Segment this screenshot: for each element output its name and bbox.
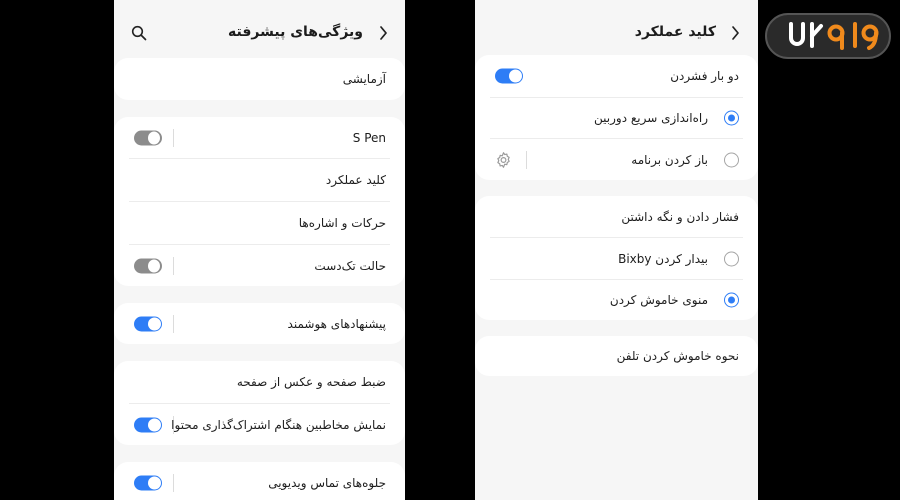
list-item-labs[interactable]: آزمایشی: [114, 58, 405, 100]
card-screenshots: ضبط صفحه و عکس از صفحه نمایش مخاطبین هنگ…: [114, 361, 405, 445]
option-label: بیدار کردن Bixby: [618, 251, 708, 266]
divider: [173, 314, 174, 333]
one-handed-mode-toggle[interactable]: [134, 258, 162, 273]
card-video-call-effects: جلوه‌های تماس ویدیویی: [114, 462, 405, 500]
divider: [173, 473, 174, 492]
item-label: دو بار فشردن: [670, 69, 739, 83]
list-item-power-off-howto[interactable]: نحوه خاموش کردن تلفن: [475, 336, 758, 376]
divider: [173, 128, 174, 147]
press-hold-header: فشار دادن و نگه داشتن: [475, 196, 758, 237]
list-item-show-contacts-sharing[interactable]: نمایش مخاطبین هنگام اشتراک‌گذاری محتوا: [114, 404, 405, 445]
list-item-one-handed-mode[interactable]: حالت تک‌دست: [114, 245, 405, 286]
advanced-features-screen: ویژگی‌های پیشرفته آزمایشی S Pen کلید عمل…: [114, 0, 405, 500]
open-app-radio[interactable]: [724, 152, 739, 167]
site-logo: [765, 13, 891, 59]
item-label: پیشنهادهای هوشمند: [287, 316, 386, 331]
item-label: نمایش مخاطبین هنگام اشتراک‌گذاری محتوا: [171, 417, 386, 432]
video-call-effects-toggle[interactable]: [134, 475, 162, 490]
list-item-motions-gestures[interactable]: حرکات و اشاره‌ها: [114, 202, 405, 243]
divider: [526, 150, 527, 169]
power-off-menu-radio[interactable]: [724, 292, 739, 308]
option-open-app[interactable]: باز کردن برنامه: [475, 139, 758, 180]
item-label: S Pen: [352, 130, 386, 145]
toggle-knob: [148, 476, 161, 489]
card-press-and-hold: فشار دادن و نگه داشتن بیدار کردن Bixby م…: [475, 196, 758, 320]
header: کلید عملکرد: [475, 0, 758, 58]
page-title: ویژگی‌های پیشرفته: [228, 24, 363, 40]
back-chevron-icon[interactable]: [377, 24, 389, 42]
gear-icon[interactable]: [494, 150, 513, 169]
divider: [173, 256, 174, 275]
toggle-knob: [148, 418, 161, 431]
item-label: کلید عملکرد: [325, 172, 386, 187]
option-label: باز کردن برنامه: [631, 152, 708, 167]
card-smart-suggestions: پیشنهادهای هوشمند: [114, 303, 405, 344]
item-label: آزمایشی: [342, 72, 386, 86]
search-icon[interactable]: [131, 25, 147, 41]
item-label: نحوه خاموش کردن تلفن: [616, 349, 739, 363]
double-press-row[interactable]: دو بار فشردن: [475, 55, 758, 97]
toggle-knob: [509, 69, 522, 83]
card-double-press: دو بار فشردن راه‌اندازی سریع دوربین باز …: [475, 55, 758, 180]
logo-mark: [789, 22, 879, 50]
item-label: حرکات و اشاره‌ها: [298, 215, 386, 230]
quick-launch-camera-radio[interactable]: [724, 110, 739, 126]
option-label: راه‌اندازی سریع دوربین: [594, 111, 708, 125]
double-press-toggle[interactable]: [495, 68, 523, 84]
page-title: کلید عملکرد: [634, 24, 716, 40]
card-power-off-howto: نحوه خاموش کردن تلفن: [475, 336, 758, 376]
item-label: حالت تک‌دست: [314, 258, 386, 273]
toggle-knob: [147, 130, 161, 145]
list-item-smart-suggestions[interactable]: پیشنهادهای هوشمند: [114, 303, 405, 344]
section-label: فشار دادن و نگه داشتن: [621, 209, 739, 224]
header: ویژگی‌های پیشرفته: [114, 0, 405, 58]
card-labs: آزمایشی: [114, 58, 405, 100]
list-item-s-pen[interactable]: S Pen: [114, 117, 405, 158]
s-pen-toggle[interactable]: [134, 130, 162, 145]
list-item-screenshots-recorder[interactable]: ضبط صفحه و عکس از صفحه: [114, 361, 405, 402]
side-key-screen: کلید عملکرد دو بار فشردن راه‌اندازی سریع…: [475, 0, 758, 500]
option-label: منوی خاموش کردن: [609, 293, 708, 307]
option-quick-launch-camera[interactable]: راه‌اندازی سریع دوربین: [475, 98, 758, 138]
card-features: S Pen کلید عملکرد حرکات و اشاره‌ها حالت …: [114, 117, 405, 286]
option-power-off-menu[interactable]: منوی خاموش کردن: [475, 280, 758, 320]
toggle-knob: [148, 317, 161, 330]
option-wake-bixby[interactable]: بیدار کردن Bixby: [475, 238, 758, 279]
wake-bixby-radio[interactable]: [724, 251, 739, 266]
toggle-knob: [147, 258, 161, 273]
back-chevron-icon[interactable]: [729, 24, 741, 42]
show-contacts-toggle[interactable]: [134, 417, 162, 432]
list-item-video-call-effects[interactable]: جلوه‌های تماس ویدیویی: [114, 462, 405, 500]
smart-suggestions-toggle[interactable]: [134, 316, 162, 331]
item-label: ضبط صفحه و عکس از صفحه: [236, 374, 386, 389]
item-label: جلوه‌های تماس ویدیویی: [268, 475, 386, 490]
list-item-side-key[interactable]: کلید عملکرد: [114, 159, 405, 200]
